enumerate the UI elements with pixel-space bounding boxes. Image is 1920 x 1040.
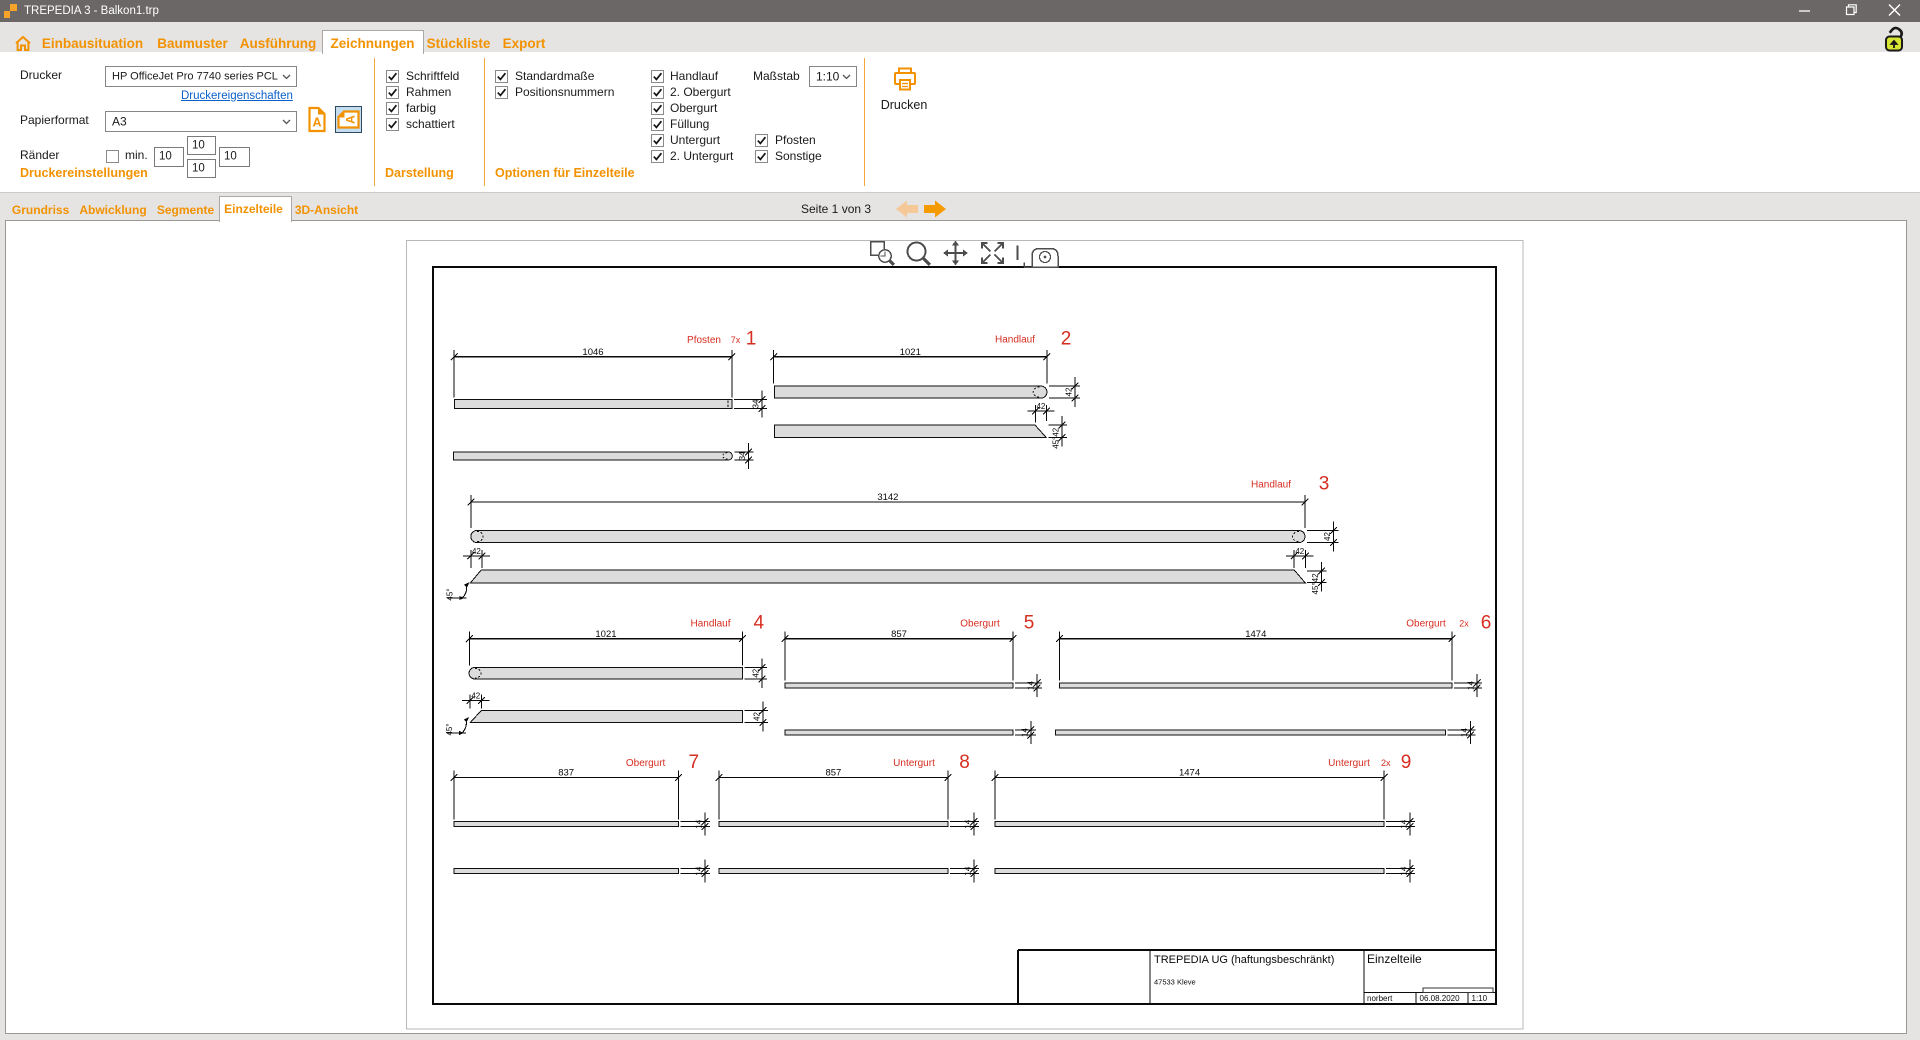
svg-text:1:10: 1:10 (1472, 994, 1488, 1003)
svg-text:1021: 1021 (900, 347, 921, 358)
svg-text:Einzelteile: Einzelteile (1367, 952, 1422, 966)
svg-text:14: 14 (1400, 819, 1409, 828)
svg-text:45°: 45° (446, 588, 455, 600)
svg-text:857: 857 (891, 629, 907, 640)
svg-text:Obergurt: Obergurt (1406, 619, 1446, 630)
svg-text:47533 Kleve: 47533 Kleve (1154, 978, 1196, 987)
svg-text:1474: 1474 (1245, 629, 1266, 640)
svg-text:42: 42 (752, 668, 761, 677)
svg-text:14: 14 (1020, 728, 1029, 737)
svg-text:Obergurt: Obergurt (960, 619, 1000, 630)
svg-text:45°42: 45°42 (1051, 427, 1060, 449)
svg-text:2x: 2x (1381, 758, 1391, 768)
svg-text:4: 4 (754, 613, 765, 634)
svg-text:Untergurt: Untergurt (893, 758, 935, 769)
svg-text:45°42: 45°42 (1311, 573, 1320, 595)
svg-text:3: 3 (1319, 474, 1330, 495)
svg-text:2x: 2x (1459, 619, 1469, 629)
svg-text:34: 34 (738, 451, 747, 460)
svg-text:14: 14 (1467, 681, 1476, 690)
svg-text:7: 7 (689, 752, 700, 773)
svg-text:14: 14 (964, 819, 973, 828)
svg-text:42: 42 (471, 692, 480, 701)
svg-text:1046: 1046 (582, 347, 603, 358)
svg-text:14: 14 (695, 819, 704, 828)
svg-text:Handlauf: Handlauf (690, 619, 730, 630)
svg-text:14: 14 (695, 866, 704, 875)
svg-text:42: 42 (472, 547, 481, 556)
svg-text:Untergurt: Untergurt (1328, 758, 1370, 769)
svg-text:2: 2 (1061, 329, 1072, 350)
svg-text:1021: 1021 (595, 629, 616, 640)
svg-text:7x: 7x (731, 335, 741, 345)
svg-text:6: 6 (1481, 613, 1492, 634)
svg-text:norbert: norbert (1367, 994, 1393, 1003)
svg-text:42: 42 (1065, 387, 1074, 396)
svg-text:TREPEDIA UG (haftungsbeschränk: TREPEDIA UG (haftungsbeschränkt) (1154, 954, 1334, 966)
svg-text:1474: 1474 (1179, 768, 1200, 779)
svg-text:14: 14 (1460, 728, 1469, 737)
svg-text:8: 8 (959, 752, 970, 773)
svg-text:Handlauf: Handlauf (1251, 480, 1291, 491)
svg-text:1: 1 (746, 329, 757, 350)
svg-text:14: 14 (1400, 866, 1409, 875)
svg-text:Handlauf: Handlauf (995, 335, 1035, 346)
svg-text:14: 14 (1027, 681, 1036, 690)
svg-text:14: 14 (964, 866, 973, 875)
svg-text:45°: 45° (445, 723, 454, 735)
svg-text:Obergurt: Obergurt (626, 758, 666, 769)
svg-text:42: 42 (1036, 402, 1045, 411)
svg-text:5: 5 (1024, 613, 1035, 634)
svg-text:837: 837 (558, 768, 574, 779)
svg-text:42: 42 (753, 712, 762, 721)
svg-text:857: 857 (825, 768, 841, 779)
svg-text:06.08.2020: 06.08.2020 (1420, 994, 1461, 1003)
svg-text:Pfosten: Pfosten (687, 335, 721, 346)
svg-text:9: 9 (1401, 752, 1412, 773)
svg-text:42: 42 (1323, 532, 1332, 541)
svg-text:42: 42 (1295, 547, 1304, 556)
svg-text:3142: 3142 (877, 492, 898, 503)
svg-text:34: 34 (752, 399, 761, 408)
